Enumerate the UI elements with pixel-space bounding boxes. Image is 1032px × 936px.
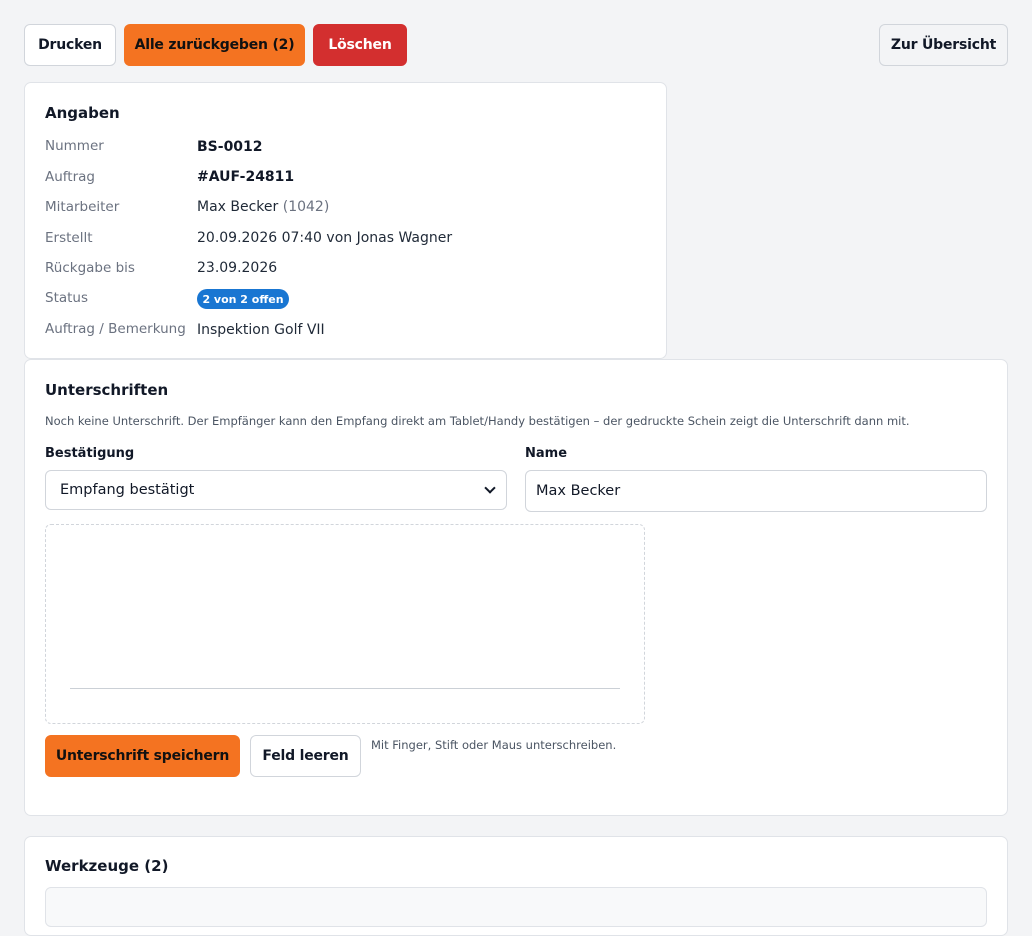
number-label: Nummer xyxy=(45,138,104,154)
name-input[interactable]: Max Becker xyxy=(525,470,987,512)
return-all-button[interactable]: Alle zurückgeben (2) xyxy=(124,24,305,66)
employee-label: Mitarbeiter xyxy=(45,199,120,215)
clear-field-button[interactable]: Feld leeren xyxy=(250,735,361,777)
order-label: Auftrag xyxy=(45,169,95,185)
confirmation-label: Bestätigung xyxy=(45,446,135,461)
signature-baseline xyxy=(70,688,620,689)
confirmation-select[interactable]: Empfang bestätigt xyxy=(45,470,507,510)
created-value: 20.09.2026 07:40 von Jonas Wagner xyxy=(197,230,453,246)
tools-table xyxy=(45,887,987,927)
remark-label: Auftrag / Bemerkung xyxy=(45,321,186,337)
details-title: Angaben xyxy=(45,104,120,122)
save-signature-button[interactable]: Unterschrift speichern xyxy=(45,735,240,777)
signatures-card: Unterschriften Noch keine Unterschrift. … xyxy=(24,359,1008,816)
employee-value: Max Becker (1042) xyxy=(197,199,329,215)
tools-card: Werkzeuge (2) xyxy=(24,836,1008,936)
status-badge: 2 von 2 offen xyxy=(197,289,289,309)
tools-title: Werkzeuge (2) xyxy=(45,857,169,875)
name-label: Name xyxy=(525,446,568,461)
print-button[interactable]: Drucken xyxy=(24,24,116,66)
return-by-label: Rückgabe bis xyxy=(45,260,135,276)
delete-button[interactable]: Löschen xyxy=(313,24,407,66)
number-value: BS-0012 xyxy=(197,139,263,155)
status-label: Status xyxy=(45,290,89,306)
details-card: Angaben Nummer BS-0012 Auftrag #AUF-2481… xyxy=(24,82,667,359)
chevron-down-icon xyxy=(484,482,496,494)
signature-pad[interactable] xyxy=(45,524,645,724)
employee-name: Max Becker xyxy=(197,199,279,215)
employee-id: (1042) xyxy=(282,199,330,215)
signature-pad-hint: Mit Finger, Stift oder Maus unterschreib… xyxy=(371,738,617,752)
signatures-title: Unterschriften xyxy=(45,381,169,399)
overview-button[interactable]: Zur Übersicht xyxy=(879,24,1008,66)
return-by-value: 23.09.2026 xyxy=(197,260,278,276)
order-value: #AUF-24811 xyxy=(197,169,295,185)
name-input-value: Max Becker xyxy=(536,483,621,499)
created-label: Erstellt xyxy=(45,230,93,246)
confirmation-select-value: Empfang bestätigt xyxy=(60,482,195,498)
remark-value: Inspektion Golf VII xyxy=(197,322,325,338)
signatures-hint: Noch keine Unterschrift. Der Empfänger k… xyxy=(45,414,910,428)
